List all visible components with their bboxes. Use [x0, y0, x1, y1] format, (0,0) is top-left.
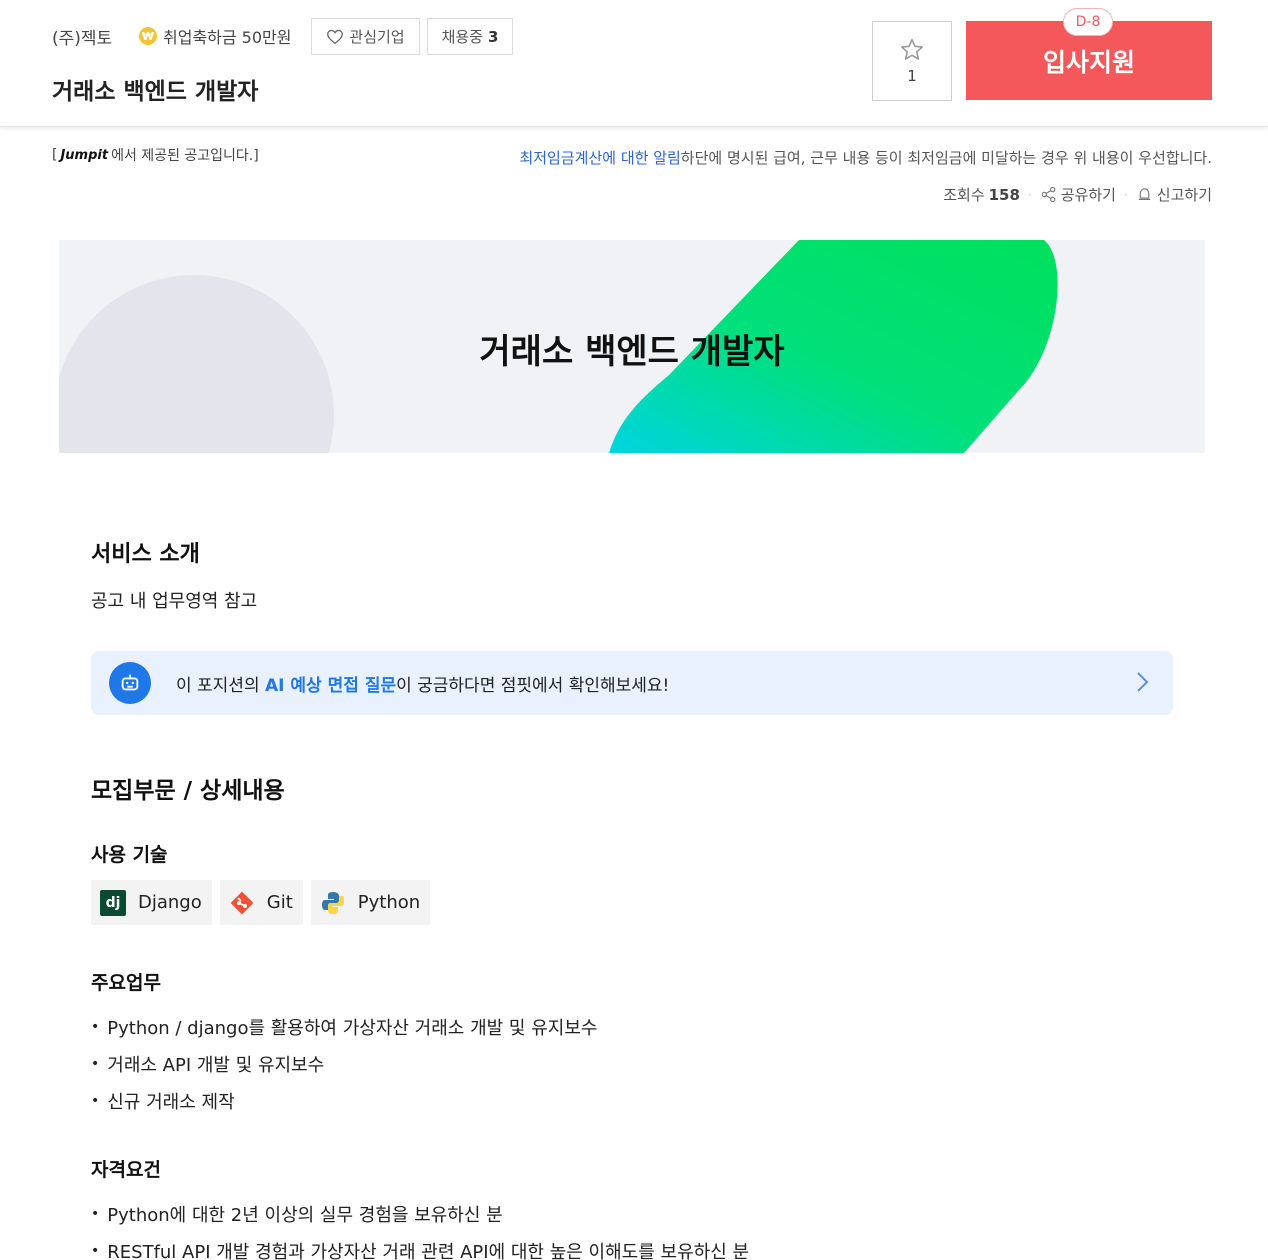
ai-interview-banner[interactable]: 이 포지션의 AI 예상 면접 질문이 궁금하다면 점핏에서 확인해보세요! — [91, 651, 1173, 715]
star-icon — [901, 38, 923, 60]
share-icon — [1041, 186, 1056, 203]
source-suffix: 에서 제공된 공고입니다.] — [111, 148, 259, 164]
list-item: Python / django를 활용하여 가상자산 거래소 개발 및 유지보수 — [91, 1008, 597, 1045]
duties-list: Python / django를 활용하여 가상자산 거래소 개발 및 유지보수… — [91, 1008, 597, 1119]
bookmark-count: 1 — [907, 67, 917, 85]
interest-label: 관심기업 — [349, 28, 405, 46]
skill-label: Django — [138, 892, 202, 913]
service-heading: 서비스 소개 — [91, 542, 200, 567]
bonus-badge: ₩ 취업축하금 50만원 — [139, 24, 292, 48]
python-icon — [320, 890, 346, 916]
bell-icon — [1138, 188, 1150, 201]
hiring-count: 3 — [487, 27, 499, 46]
robot-icon — [109, 662, 151, 704]
skill-label: Git — [266, 892, 293, 913]
separator-dot: · — [1123, 187, 1128, 202]
qualifications-heading: 자격요건 — [91, 1159, 161, 1181]
report-label: 신고하기 — [1156, 186, 1212, 204]
service-text: 공고 내 업무영역 참고 — [91, 591, 258, 612]
qualifications-list: Python에 대한 2년 이상의 실무 경험을 보유하신 분 RESTful … — [91, 1195, 749, 1260]
source-notice: [ Jumpit 에서 제공된 공고입니다.] — [52, 145, 259, 165]
skill-tag-git[interactable]: Git — [219, 880, 303, 925]
minimum-wage-text: 하단에 명시된 급여, 근무 내용 등이 최저임금에 미달하는 경우 위 내용이… — [680, 149, 1212, 167]
minimum-wage-notice: 최저임금계산에 대한 알림하단에 명시된 급여, 근무 내용 등이 최저임금에 … — [519, 147, 1212, 168]
views-label: 조회수 — [943, 186, 985, 204]
duties-heading: 주요업무 — [91, 972, 161, 994]
bonus-text: 취업축하금 50만원 — [163, 28, 292, 47]
company-name[interactable]: (주)젝토 — [52, 24, 112, 49]
banner-title: 거래소 백엔드 개발자 — [479, 332, 785, 372]
skills-heading: 사용 기술 — [91, 844, 168, 866]
ai-text-prefix: 이 포지션의 — [176, 676, 266, 696]
list-item: RESTful API 개발 경험과 가상자산 거래 관련 API에 대한 높은… — [91, 1232, 749, 1260]
page-title: 거래소 백엔드 개발자 — [52, 79, 259, 105]
share-button[interactable]: 공유하기 — [1040, 184, 1116, 205]
view-count: 조회수 158 — [943, 184, 1020, 205]
source-prefix: [ — [52, 147, 58, 163]
hiring-count-button[interactable]: 채용중 3 — [427, 18, 513, 55]
post-meta: 조회수 158 · 공유하기 · 신고하기 — [943, 184, 1212, 205]
list-item: 신규 거래소 제작 — [91, 1082, 597, 1119]
skill-list: dj Django Git Python — [91, 880, 431, 925]
bookmark-button[interactable]: 1 — [872, 21, 952, 101]
hiring-label: 채용중 — [441, 28, 483, 46]
dday-badge: D-8 — [1063, 8, 1113, 36]
job-header: (주)젝토 ₩ 취업축하금 50만원 관심기업 채용중 3 거래소 백엔드 개발자… — [0, 0, 1268, 127]
heart-icon — [327, 29, 344, 44]
ai-interview-text: 이 포지션의 AI 예상 면접 질문이 궁금하다면 점핏에서 확인해보세요! — [176, 671, 669, 696]
list-item: Python에 대한 2년 이상의 실무 경험을 보유하신 분 — [91, 1195, 749, 1232]
separator-dot: · — [1027, 187, 1032, 202]
list-item: 거래소 API 개발 및 유지보수 — [91, 1045, 597, 1082]
jumpit-logo: Jumpit — [60, 147, 109, 163]
ai-text-highlight: AI 예상 면접 질문 — [265, 676, 397, 696]
share-label: 공유하기 — [1060, 186, 1116, 204]
coin-icon: ₩ — [139, 27, 157, 45]
skill-label: Python — [357, 892, 421, 913]
chevron-right-icon — [1137, 672, 1149, 692]
views-number: 158 — [988, 185, 1020, 204]
ai-text-suffix: 이 궁금하다면 점핏에서 확인해보세요! — [396, 676, 670, 696]
django-icon: dj — [100, 889, 126, 916]
skill-tag-django[interactable]: dj Django — [91, 880, 212, 925]
report-button[interactable]: 신고하기 — [1136, 184, 1212, 205]
minimum-wage-link[interactable]: 최저임금계산에 대한 알림 — [519, 149, 680, 167]
skill-tag-python[interactable]: Python — [310, 880, 431, 925]
interest-company-button[interactable]: 관심기업 — [311, 18, 420, 55]
git-icon — [229, 890, 255, 916]
job-banner: 거래소 백엔드 개발자 — [59, 240, 1205, 453]
recruit-heading: 모집부문 / 상세내용 — [91, 778, 285, 804]
